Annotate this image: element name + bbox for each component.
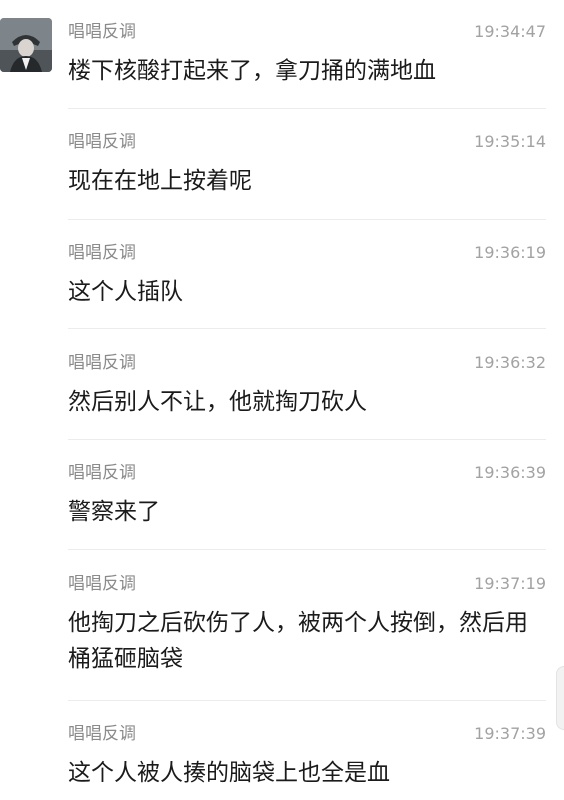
- chat-message[interactable]: 唱唱反调 19:34:47 楼下核酸打起来了，拿刀捅的满地血: [68, 20, 546, 109]
- message-sender: 唱唱反调: [68, 132, 136, 152]
- message-time: 19:37:19: [474, 574, 546, 593]
- message-text: 现在在地上按着呢: [68, 168, 252, 194]
- chat-message[interactable]: 唱唱反调 19:37:39 这个人被人揍的脑袋上也全是血: [68, 722, 546, 800]
- chat-message[interactable]: 唱唱反调 19:35:14 现在在地上按着呢: [68, 130, 546, 220]
- message-time: 19:34:47: [474, 22, 546, 41]
- message-time: 19:36:39: [474, 463, 546, 482]
- chat-message[interactable]: 唱唱反调 19:36:19 这个人插队: [68, 241, 546, 329]
- chat-message[interactable]: 唱唱反调 19:36:32 然后别人不让，他就掏刀砍人: [68, 351, 546, 440]
- message-sender: 唱唱反调: [68, 353, 136, 373]
- message-text: 警察来了: [68, 499, 160, 525]
- avatar-person-icon: [0, 18, 52, 72]
- message-text: 这个人被人揍的脑袋上也全是血: [68, 760, 390, 786]
- message-sender: 唱唱反调: [68, 724, 136, 744]
- message-time: 19:35:14: [474, 132, 546, 151]
- message-text: 这个人插队: [68, 279, 183, 305]
- message-sender: 唱唱反调: [68, 463, 136, 483]
- scrollbar-handle[interactable]: [556, 666, 564, 730]
- message-text: 然后别人不让，他就掏刀砍人: [68, 389, 367, 415]
- message-time: 19:37:39: [474, 724, 546, 743]
- message-time: 19:36:32: [474, 353, 546, 372]
- chat-message[interactable]: 唱唱反调 19:36:39 警察来了: [68, 461, 546, 550]
- chat-message-list: 唱唱反调 19:34:47 楼下核酸打起来了，拿刀捅的满地血 唱唱反调 19:3…: [0, 0, 564, 800]
- message-sender: 唱唱反调: [68, 574, 136, 594]
- chat-message[interactable]: 唱唱反调 19:37:19 他掏刀之后砍伤了人，被两个人按倒，然后用桶猛砸脑袋: [68, 572, 546, 701]
- message-sender: 唱唱反调: [68, 22, 136, 42]
- message-text: 楼下核酸打起来了，拿刀捅的满地血: [68, 58, 436, 84]
- message-time: 19:36:19: [474, 243, 546, 262]
- message-sender: 唱唱反调: [68, 243, 136, 263]
- avatar[interactable]: [0, 18, 52, 72]
- message-text: 他掏刀之后砍伤了人，被两个人按倒，然后用桶猛砸脑袋: [68, 610, 528, 672]
